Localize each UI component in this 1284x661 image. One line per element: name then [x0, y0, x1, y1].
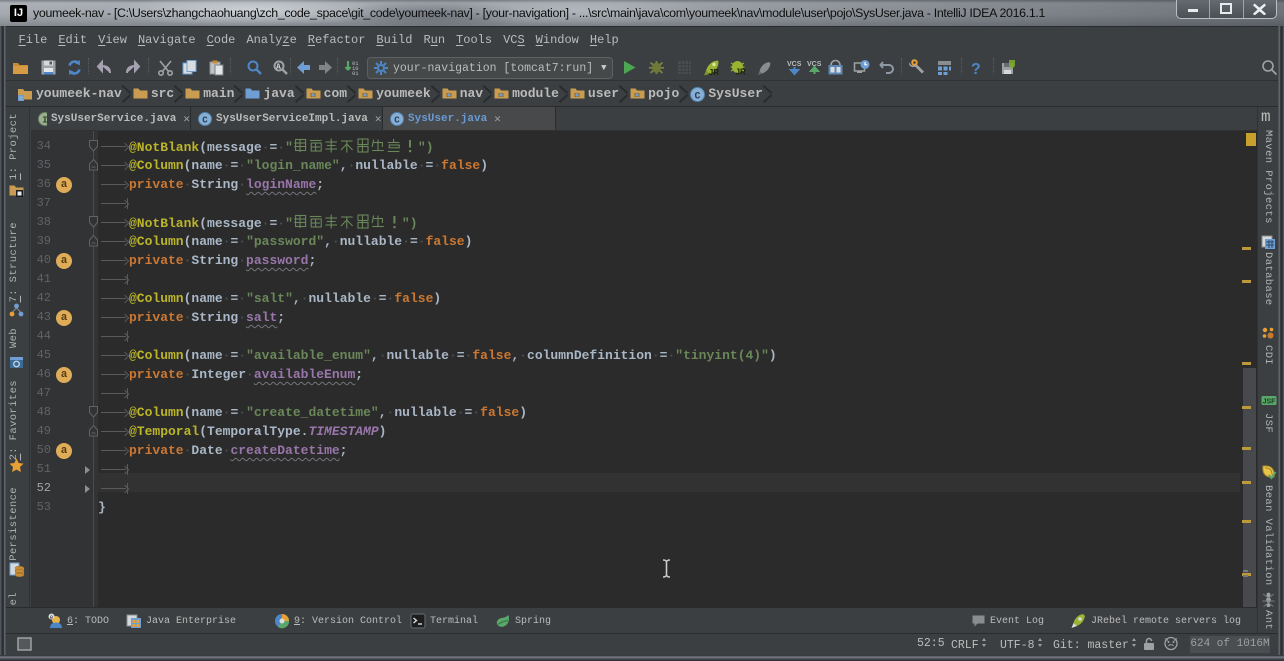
svg-text:C: C — [695, 91, 701, 102]
svg-text:VCS: VCS — [787, 61, 802, 68]
svg-text:JSF: JSF — [1263, 399, 1277, 406]
svg-text:01: 01 — [352, 70, 359, 76]
svg-text:JR: JR — [709, 68, 719, 76]
svg-text:?: ? — [971, 61, 981, 76]
svg-text:C: C — [202, 115, 208, 125]
svg-text:I: I — [42, 115, 47, 125]
svg-text:C: C — [394, 115, 400, 125]
svg-text:JR: JR — [736, 68, 746, 77]
svg-text:A: A — [276, 63, 281, 72]
svg-text:e: e — [50, 614, 54, 621]
